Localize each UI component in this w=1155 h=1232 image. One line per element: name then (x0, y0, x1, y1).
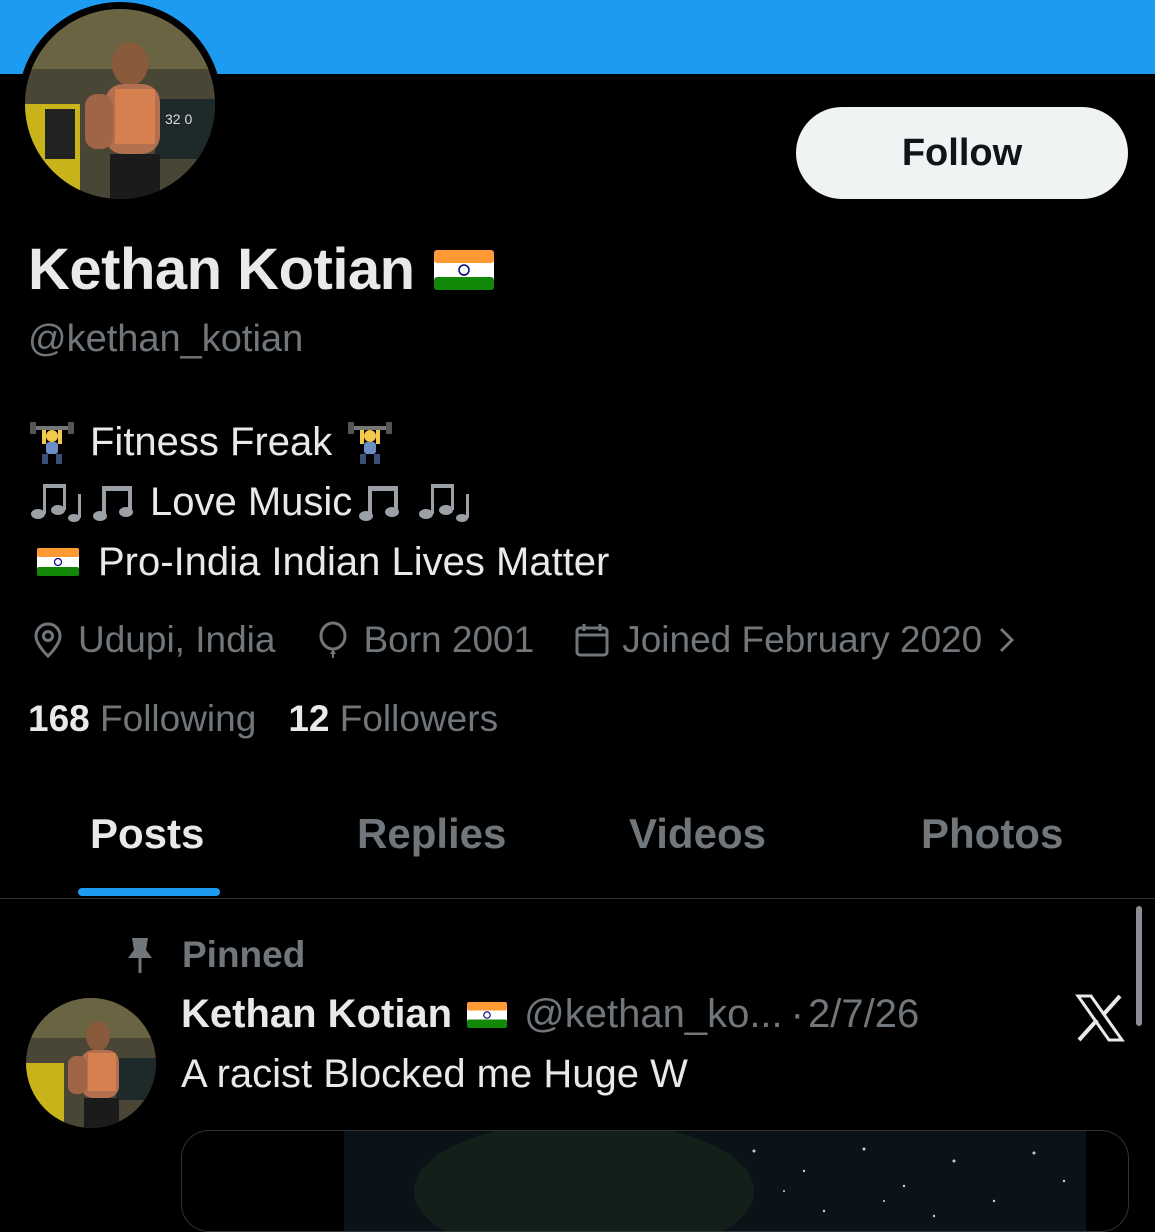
display-name-row: Kethan Kotian (28, 236, 495, 303)
scrollbar[interactable] (1136, 906, 1142, 1026)
musical-notes-icon (419, 484, 470, 522)
profile-avatar[interactable]: 32 0 (18, 2, 222, 206)
post-author-handle[interactable]: @kethan_ko... (524, 992, 783, 1037)
profile-meta: Udupi, India Born 2001 Joined February 2… (28, 612, 1066, 668)
post-text: A racist Blocked me Huge W (181, 1052, 688, 1096)
follow-button[interactable]: Follow (796, 107, 1128, 199)
following-stat[interactable]: 168 Following (28, 698, 256, 740)
bio-line-3: Pro-India Indian Lives Matter (28, 532, 609, 592)
chevron-right-icon (1000, 627, 1015, 653)
meta-location: Udupi, India (28, 619, 275, 661)
musical-note-icon (359, 486, 400, 521)
meta-joined[interactable]: Joined February 2020 (572, 619, 1028, 661)
location-pin-icon (34, 622, 62, 659)
meta-joined-text: Joined February 2020 (622, 619, 983, 660)
weightlifter-icon (348, 422, 393, 464)
post-media-image (344, 1131, 1086, 1231)
bio-line-2: Love Music (28, 472, 609, 532)
tab-posts[interactable]: Posts (90, 810, 204, 858)
weightlifter-icon (30, 422, 74, 464)
following-count: 168 (28, 698, 90, 739)
meta-location-text: Udupi, India (78, 619, 276, 660)
post-date[interactable]: 2/7/26 (808, 992, 919, 1037)
tab-replies[interactable]: Replies (357, 810, 506, 858)
bio-music-text: Love Music (150, 480, 353, 524)
x-logo-icon (1075, 994, 1125, 1042)
active-tab-indicator (78, 888, 220, 896)
calendar-icon (575, 624, 609, 657)
avatar-image: 32 0 (25, 9, 215, 199)
meta-born-text: Born 2001 (363, 619, 535, 660)
post-media[interactable] (181, 1130, 1129, 1232)
following-label: Following (100, 698, 257, 739)
post-header: Kethan Kotian @kethan_ko... · 2/7/26 (181, 992, 919, 1037)
display-name: Kethan Kotian (28, 237, 415, 302)
profile-handle: @kethan_kotian (28, 318, 304, 360)
profile-bio: Fitness Freak Love Music Pro-India India… (28, 412, 609, 592)
profile-stats: 168 Following 12 Followers (28, 698, 530, 740)
musical-notes-icon (31, 484, 81, 522)
followers-stat[interactable]: 12 Followers (288, 698, 498, 740)
bio-line-1: Fitness Freak (28, 412, 609, 472)
svg-text:32 0: 32 0 (165, 111, 192, 127)
pin-icon (128, 938, 152, 973)
bio-pro-india-text: Pro-India Indian Lives Matter (98, 540, 610, 584)
tab-videos[interactable]: Videos (629, 810, 766, 858)
pinned-label: Pinned (182, 934, 306, 975)
bio-fitness-text: Fitness Freak (90, 420, 333, 464)
india-flag-icon (37, 548, 79, 576)
india-flag-icon (467, 1001, 508, 1028)
pinned-label-row: Pinned (122, 934, 305, 976)
tab-photos[interactable]: Photos (921, 810, 1063, 858)
musical-note-icon (93, 486, 133, 521)
post-separator: · (790, 992, 804, 1036)
post-author-name[interactable]: Kethan Kotian (181, 992, 452, 1037)
followers-count: 12 (288, 698, 330, 739)
profile-tabs: Posts Replies Videos Photos (0, 790, 1155, 899)
followers-label: Followers (339, 698, 499, 739)
balloon-icon (319, 621, 347, 658)
india-flag-icon (433, 249, 494, 290)
post-author-avatar[interactable] (26, 998, 156, 1128)
meta-born: Born 2001 (313, 619, 534, 661)
